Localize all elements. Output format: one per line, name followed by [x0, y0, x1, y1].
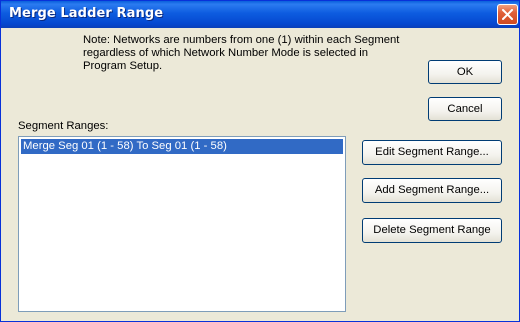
close-button[interactable]: [497, 4, 518, 25]
segment-ranges-label: Segment Ranges:: [18, 120, 109, 132]
title-bar[interactable]: Merge Ladder Range: [1, 1, 519, 28]
merge-ladder-range-dialog: Merge Ladder Range Note: Networks are nu…: [0, 0, 520, 322]
ok-button[interactable]: OK: [428, 60, 502, 84]
list-item[interactable]: Merge Seg 01 (1 - 58) To Seg 01 (1 - 58): [21, 139, 343, 154]
dialog-title: Merge Ladder Range: [9, 6, 164, 21]
segment-ranges-list[interactable]: Merge Seg 01 (1 - 58) To Seg 01 (1 - 58): [18, 136, 346, 312]
note-text: Note: Networks are numbers from one (1) …: [83, 34, 400, 72]
add-segment-range-button[interactable]: Add Segment Range...: [362, 178, 502, 203]
edit-segment-range-button[interactable]: Edit Segment Range...: [362, 140, 502, 165]
close-icon: [502, 9, 513, 20]
cancel-button[interactable]: Cancel: [428, 97, 502, 121]
delete-segment-range-button[interactable]: Delete Segment Range: [362, 218, 502, 243]
